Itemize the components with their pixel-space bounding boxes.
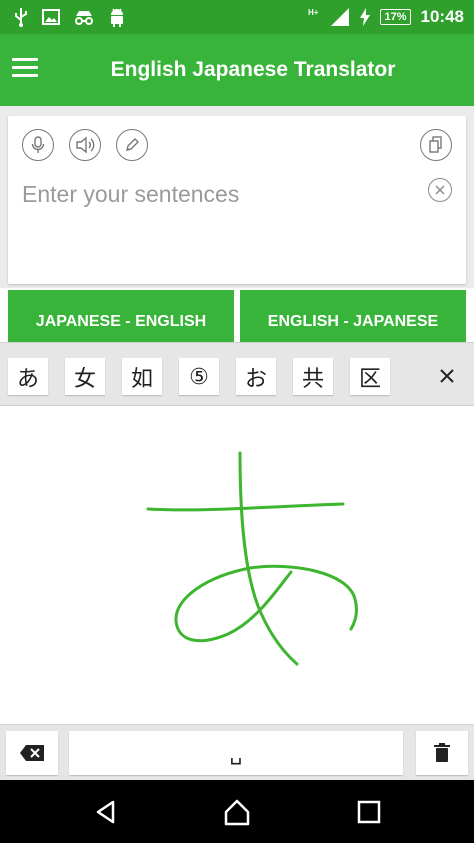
clear-icon[interactable] [428,178,452,202]
japanese-english-button[interactable]: JAPANESE - ENGLISH [8,290,234,342]
candidate-4[interactable]: ⑤ [179,358,219,395]
battery-indicator: 17% [380,9,411,25]
backspace-icon[interactable] [6,731,58,775]
candidate-bar: あ 女 如 ⑤ お 共 区 [0,342,474,406]
clipboard-icon[interactable] [420,129,452,161]
candidate-3[interactable]: 如 [122,358,162,395]
image-icon [42,9,60,25]
app-title: English Japanese Translator [110,58,396,81]
candidate-5[interactable]: お [236,358,276,395]
english-japanese-button[interactable]: ENGLISH - JAPANESE [240,290,466,342]
speaker-icon[interactable] [69,129,101,161]
stroke-vertical [238,451,299,666]
charging-icon [360,8,371,26]
pencil-icon[interactable] [116,129,148,161]
signal-icon [331,8,350,26]
stroke-loop [174,564,358,643]
navigation-bar [0,780,474,843]
home-icon[interactable] [221,796,253,828]
android-icon [111,8,123,27]
handwriting-strokes [146,451,358,666]
input-card: Enter your sentences [8,116,466,284]
handwriting-canvas[interactable] [0,406,474,724]
space-key[interactable]: ␣ [69,731,403,775]
candidate-7[interactable]: 区 [350,358,390,395]
close-icon[interactable] [432,361,462,391]
recents-icon[interactable] [353,796,385,828]
back-icon[interactable] [90,796,122,828]
usb-icon [15,8,27,27]
microphone-icon[interactable] [22,129,54,161]
app-bar: English Japanese Translator [0,34,474,106]
candidate-1[interactable]: あ [8,358,48,395]
keyboard-bottom-row: ␣ [0,724,474,780]
stroke-horizontal [146,502,345,512]
battery-icon: 17% [380,9,411,25]
input-area: Enter your sentences [0,106,474,288]
svg-text:H+: H+ [308,8,319,17]
vibrate-icon: H+ [308,8,319,17]
clock: 10:48 [420,7,464,26]
status-bar: H+ 17% 10:48 [0,0,474,34]
incognito-icon [75,11,93,25]
trash-icon[interactable] [416,731,468,775]
sentence-input[interactable]: Enter your sentences [22,181,239,208]
candidate-2[interactable]: 女 [65,358,105,395]
candidate-6[interactable]: 共 [293,358,333,395]
